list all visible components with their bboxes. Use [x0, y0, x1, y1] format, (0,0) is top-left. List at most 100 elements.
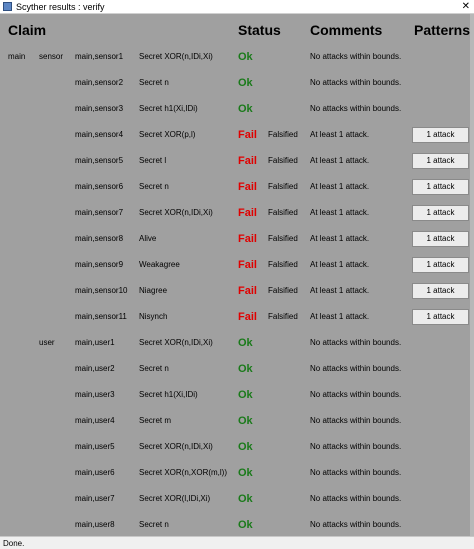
claim-comment: At least 1 attack. [310, 208, 370, 217]
claim-status: Fail [238, 155, 257, 167]
claim-description: Secret XOR(l,IDi,Xi) [139, 494, 211, 503]
claim-comment: No attacks within bounds. [310, 442, 402, 451]
attack-pattern-button[interactable]: 1 attack [412, 309, 469, 325]
claim-id: main,user2 [75, 364, 115, 373]
claim-comment: No attacks within bounds. [310, 390, 402, 399]
claim-status: Fail [238, 259, 257, 271]
claim-status: Fail [238, 129, 257, 141]
attack-pattern-button[interactable]: 1 attack [412, 283, 469, 299]
claim-status: Fail [238, 311, 257, 323]
claim-status: Ok [238, 493, 253, 505]
claim-comment: No attacks within bounds. [310, 494, 402, 503]
table-row: main,sensor5 Secret l Fail Falsified At leas… [0, 148, 474, 174]
claim-status: Ok [238, 103, 253, 115]
claim-id: main,user8 [75, 520, 115, 529]
claim-comment: No attacks within bounds. [310, 520, 402, 529]
claim-falsified: Falsified [268, 260, 298, 269]
claim-id: main,sensor11 [75, 312, 127, 321]
claim-description: Alive [139, 234, 157, 243]
claim-status: Fail [238, 207, 257, 219]
claim-id: main,sensor5 [75, 156, 124, 165]
claim-role: sensor [39, 52, 64, 61]
claim-comment: At least 1 attack. [310, 286, 370, 295]
table-row: main,user7 Secret XOR(l,IDi,Xi) Ok No attac… [0, 486, 474, 512]
claim-comment: At least 1 attack. [310, 130, 370, 139]
claim-description: Secret XOR(n,IDi,Xi) [139, 442, 213, 451]
claim-comment: At least 1 attack. [310, 182, 370, 191]
claim-status: Fail [238, 285, 257, 297]
claim-id: main,sensor6 [75, 182, 124, 191]
table-row: main,sensor2 Secret n Ok No attacks within … [0, 70, 474, 96]
claim-description: Secret h1(Xi,IDi) [139, 390, 198, 399]
claim-comment: No attacks within bounds. [310, 52, 402, 61]
scrollbar[interactable] [470, 14, 474, 536]
attack-pattern-button[interactable]: 1 attack [412, 127, 469, 143]
attack-pattern-button[interactable]: 1 attack [412, 205, 469, 221]
claim-description: Secret m [139, 416, 172, 425]
claim-description: Secret h1(Xi,IDi) [139, 104, 198, 113]
claim-id: main,sensor4 [75, 130, 124, 139]
claim-id: main,user7 [75, 494, 115, 503]
header-patterns: Patterns [414, 22, 471, 38]
claim-falsified: Falsified [268, 234, 298, 243]
table-row: main,user6 Secret XOR(n,XOR(m,l)) Ok No att… [0, 460, 474, 486]
claim-description: Secret XOR(n,XOR(m,l)) [139, 468, 228, 477]
header-status: Status [238, 22, 281, 38]
table-row: main,user3 Secret h1(Xi,IDi) Ok No attacks … [0, 382, 474, 408]
claim-status: Ok [238, 363, 253, 375]
claim-description: Niagree [139, 286, 168, 295]
claim-comment: At least 1 attack. [310, 156, 370, 165]
claim-comment: No attacks within bounds. [310, 468, 402, 477]
claim-description: Secret l [139, 156, 167, 165]
claim-id: main,user4 [75, 416, 115, 425]
claim-id: main,sensor3 [75, 104, 124, 113]
window-titlebar: Scyther results : verify ✕ [0, 0, 474, 14]
claim-id: main,user6 [75, 468, 115, 477]
table-row: main,user8 Secret n Ok No attacks within bo… [0, 512, 474, 538]
claim-description: Secret XOR(p,l) [139, 130, 196, 139]
claim-id: main,sensor8 [75, 234, 124, 243]
claim-comment: At least 1 attack. [310, 260, 370, 269]
table-row: main,sensor6 Secret n Fail Falsified At leas… [0, 174, 474, 200]
table-row: main,sensor7 Secret XOR(n,IDi,Xi) Fail Fals… [0, 200, 474, 226]
header-claim: Claim [8, 22, 47, 38]
claim-falsified: Falsified [268, 208, 298, 217]
attack-pattern-button[interactable]: 1 attack [412, 231, 469, 247]
claim-comment: No attacks within bounds. [310, 78, 402, 87]
app-icon [3, 2, 12, 11]
claim-status: Ok [238, 389, 253, 401]
claim-description: Secret n [139, 182, 169, 191]
close-icon[interactable]: ✕ [462, 1, 470, 13]
claim-comment: No attacks within bounds. [310, 338, 402, 347]
claim-id: main,user5 [75, 442, 115, 451]
table-row: main,sensor3 Secret h1(Xi,IDi) Ok No attack… [0, 96, 474, 122]
claim-falsified: Falsified [268, 312, 298, 321]
attack-pattern-button[interactable]: 1 attack [412, 153, 469, 169]
table-row: main,user2 Secret n Ok No attacks within bo… [0, 356, 474, 382]
claim-description: Secret XOR(n,IDi,Xi) [139, 208, 213, 217]
table-row: main,sensor10 Niagree Fail Falsified At leas… [0, 278, 474, 304]
claim-falsified: Falsified [268, 182, 298, 191]
claim-comment: At least 1 attack. [310, 234, 370, 243]
attack-pattern-button[interactable]: 1 attack [412, 257, 469, 273]
claim-description: Nisynch [139, 312, 168, 321]
table-row: main,sensor8 Alive Fail Falsified At least 1… [0, 226, 474, 252]
header-comments: Comments [310, 22, 383, 38]
table-row: main,sensor4 Secret XOR(p,l) Fail Falsified… [0, 122, 474, 148]
attack-pattern-button[interactable]: 1 attack [412, 179, 469, 195]
claim-status: Ok [238, 441, 253, 453]
table-row: main,sensor9 Weakagree Fail Falsified At lea… [0, 252, 474, 278]
claim-status: Fail [238, 181, 257, 193]
claim-id: main,sensor2 [75, 78, 124, 87]
claim-id: main,user1 [75, 338, 115, 347]
claim-comment: No attacks within bounds. [310, 104, 402, 113]
claim-status: Fail [238, 233, 257, 245]
table-row: main sensor main,sensor1 Secret XOR(n,IDi,X… [0, 44, 474, 70]
claim-status: Ok [238, 467, 253, 479]
claim-id: main,sensor10 [75, 286, 128, 295]
claim-role: user [39, 338, 55, 347]
table-row: main,user5 Secret XOR(n,IDi,Xi) Ok No attac… [0, 434, 474, 460]
claim-description: Weakagree [139, 260, 180, 269]
claim-id: main,sensor1 [75, 52, 124, 61]
claim-status: Ok [238, 415, 253, 427]
